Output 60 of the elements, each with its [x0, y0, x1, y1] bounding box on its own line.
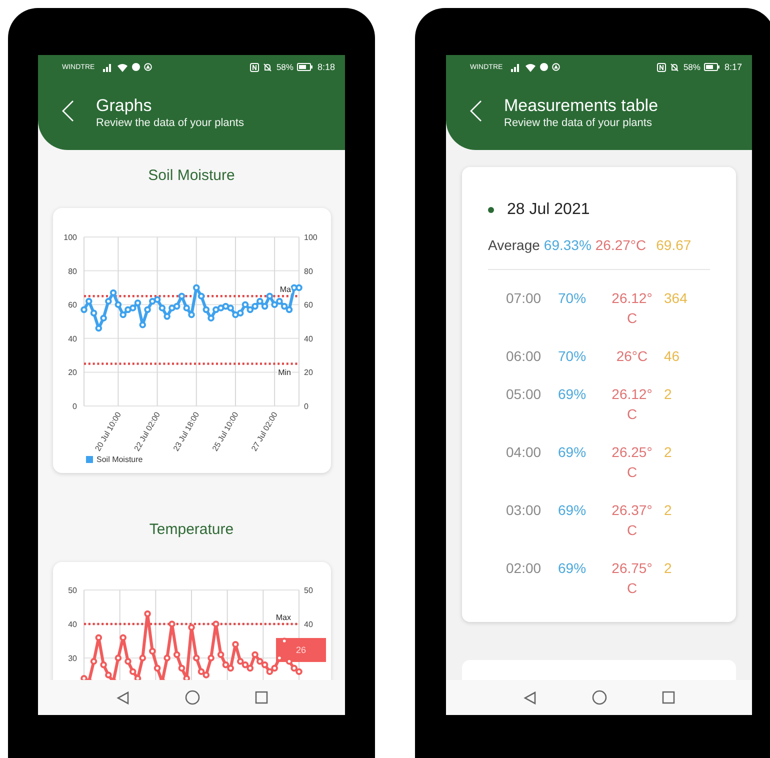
status-time: 8:17 [724, 62, 742, 72]
section-title: Temperature [149, 521, 234, 539]
temperature-cell-text: 26.12°C [610, 289, 654, 328]
time-cell-text: 02:00 [506, 559, 542, 578]
average-label: Average [488, 237, 540, 253]
time-cell-text: 03:00 [506, 501, 542, 520]
axis-tick-label: 20 [68, 368, 76, 378]
axis-tick-label: 40 [68, 620, 76, 629]
axis-tick-label: 80 [304, 266, 312, 276]
value-cell-text: 2 [664, 501, 673, 520]
time-cell-text: 07:00 [506, 289, 542, 308]
limit-label: Max [275, 613, 290, 622]
average-temperature: 26.27°C [595, 237, 646, 253]
screen-subtitle: Review the data of your plants [504, 116, 653, 131]
axis-tick-label: 100 [304, 233, 317, 242]
time-cell-text: 05:00 [506, 385, 542, 404]
axis-tick-label: 0 [304, 402, 308, 411]
moisture-cell-text: 70% [558, 289, 588, 308]
axis-tick-label: 30 [68, 654, 76, 663]
average-moisture: 69.33% [544, 237, 592, 253]
screen-title: Measurements table [504, 96, 658, 116]
battery-percent: 58% [683, 62, 700, 72]
axis-tick-label: 60 [304, 300, 312, 310]
time-cell-text: 06:00 [506, 347, 542, 366]
value-cell-text: 364 [664, 289, 688, 308]
axis-tick-label: 80 [68, 266, 76, 276]
axis-tick-label: 20 [304, 368, 312, 378]
axis-tick-label: 60 [68, 300, 76, 310]
axis-tick-label: 40 [304, 620, 312, 629]
battery-percent: 58% [276, 62, 294, 72]
temperature-cell-text: 26.75°C [610, 559, 654, 598]
moisture-cell-text: 69% [558, 501, 588, 520]
legend-label: Soil Moisture [96, 455, 143, 464]
date-heading: 28 Jul 2021 [507, 201, 590, 219]
value-cell-text: 2 [664, 443, 673, 462]
temperature-cell-text: 26°C [615, 347, 649, 366]
moisture-cell-text: 69% [558, 443, 588, 462]
axis-tick-label: 0 [72, 402, 76, 411]
temperature-cell-text: 26.25°C [610, 443, 654, 482]
axis-tick-label: 40 [304, 334, 312, 344]
moisture-cell-text: 70% [558, 347, 588, 366]
section-title: Soil Moisture [148, 167, 235, 185]
status-time: 8:18 [317, 62, 335, 72]
axis-tick-label: 50 [304, 586, 312, 595]
temperature-cell-text: 26.12°C [610, 385, 654, 424]
screen-subtitle: Review the data of your plants [96, 116, 244, 131]
axis-tick-label: 50 [68, 586, 76, 595]
moisture-cell-text: 69% [558, 385, 588, 404]
limit-label: Ma [279, 285, 290, 294]
axis-tick-label: 100 [63, 233, 76, 242]
moisture-cell-text: 69% [558, 559, 588, 578]
screen-title: Graphs [96, 96, 153, 116]
value-cell-text: 2 [664, 559, 673, 578]
value-cell-text: 46 [664, 347, 681, 366]
average-value: 69.67 [656, 237, 692, 253]
axis-tick-label: 40 [68, 334, 76, 344]
limit-label: Min [278, 368, 290, 377]
value-cell-text: 2 [664, 385, 673, 404]
time-cell-text: 04:00 [506, 443, 542, 462]
temperature-cell-text: 26.37°C [610, 501, 654, 540]
